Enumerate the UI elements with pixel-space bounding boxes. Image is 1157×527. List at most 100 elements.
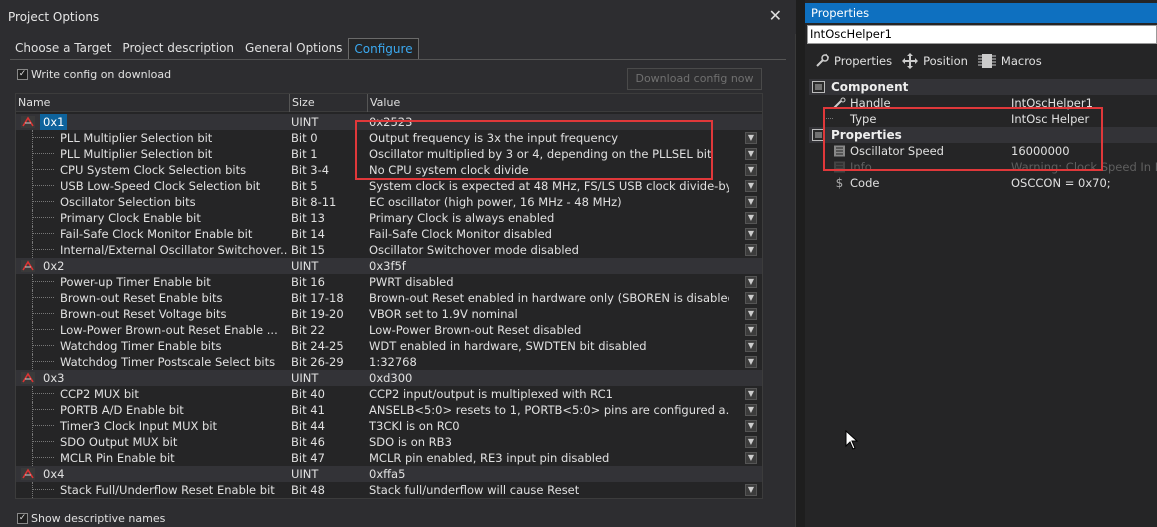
tab-general-options[interactable]: General Options (240, 38, 347, 60)
group-row[interactable]: 0x3 UINT 0xd300 (16, 370, 762, 386)
table-row[interactable]: PLL Multiplier Selection bit Bit 1 Oscill… (16, 146, 762, 162)
group-name: 0x3 (43, 371, 65, 385)
table-row[interactable]: PLL Multiplier Selection bit Bit 0 Output … (16, 130, 762, 146)
chevron-down-icon[interactable]: ▼ (745, 436, 757, 448)
value-cell[interactable]: VBOR set to 1.9V nominal (369, 306, 729, 322)
property-value[interactable]: OSCCON = 0x70; (1011, 175, 1157, 191)
value-cell[interactable]: PWRT disabled (369, 274, 729, 290)
group-row[interactable]: 0x2 UINT 0x3f5f (16, 258, 762, 274)
value-cell[interactable]: System clock is expected at 48 MHz, FS/L… (369, 178, 729, 194)
table-row[interactable]: Brown-out Reset Enable bits Bit 17-18 Brow… (16, 290, 762, 306)
table-row[interactable]: USB Low-Speed Clock Selection bit Bit 5 Sy… (16, 178, 762, 194)
property-category[interactable]: Properties (809, 127, 1157, 143)
value-cell[interactable]: CCP2 input/output is multiplexed with RC… (369, 386, 729, 402)
table-row[interactable]: CPU System Clock Selection bits Bit 3-4 No… (16, 162, 762, 178)
group-row[interactable]: 0x4 UINT 0xffa5 (16, 466, 762, 482)
table-row[interactable]: Low-Power Brown-out Reset Enable ... Bit … (16, 322, 762, 338)
close-icon[interactable]: ✕ (769, 8, 782, 24)
table-row[interactable]: SDO Output MUX bit Bit 46 SDO is on RB3 ▼ (16, 434, 762, 450)
table-row[interactable]: Power-up Timer Enable bit Bit 16 PWRT disa… (16, 274, 762, 290)
tab-choose-a-target[interactable]: Choose a Target (10, 38, 116, 60)
object-name-field[interactable]: IntOscHelper1 (807, 25, 1157, 44)
property-value[interactable]: 16000000 (1011, 143, 1157, 159)
show-descriptive-option[interactable]: ✓ Show descriptive names (17, 512, 165, 525)
group-name: 0x4 (43, 467, 65, 481)
table-row[interactable]: Watchdog Timer Enable bits Bit 24-25 WDT e… (16, 338, 762, 354)
chevron-down-icon[interactable]: ▼ (745, 132, 757, 144)
chevron-down-icon[interactable]: ▼ (745, 324, 757, 336)
chevron-down-icon[interactable]: ▼ (745, 244, 757, 256)
category-icon[interactable] (812, 81, 825, 93)
download-config-button[interactable]: Download config now (627, 68, 762, 90)
size-cell: Bit 15 (291, 243, 325, 257)
value-cell[interactable]: 1:32768 (369, 354, 729, 370)
chevron-down-icon[interactable]: ▼ (745, 180, 757, 192)
write-config-checkbox[interactable]: ✓ (17, 69, 28, 80)
value-cell[interactable]: ANSELB<5:0> resets to 1, PORTB<5:0> pins… (369, 402, 729, 418)
chevron-down-icon[interactable]: ▼ (745, 484, 757, 496)
property-value[interactable]: IntOscHelper1 (1011, 95, 1157, 111)
table-row[interactable]: Internal/External Oscillator Switchover.… (16, 242, 762, 258)
chevron-down-icon[interactable]: ▼ (745, 340, 757, 352)
chevron-down-icon[interactable]: ▼ (745, 388, 757, 400)
chevron-down-icon[interactable]: ▼ (745, 196, 757, 208)
property-value[interactable]: Warning: Clock Speed In P (1011, 159, 1157, 175)
chevron-down-icon[interactable]: ▼ (745, 292, 757, 304)
value-cell[interactable]: T3CKI is on RC0 (369, 418, 729, 434)
property-row[interactable]: Info Warning: Clock Speed In P (809, 159, 1157, 175)
table-row[interactable]: Primary Clock Enable bit Bit 13 Primary Cl… (16, 210, 762, 226)
chevron-down-icon[interactable]: ▼ (745, 308, 757, 320)
property-row[interactable]: $ Code OSCCON = 0x70; (809, 175, 1157, 191)
chevron-down-icon[interactable]: ▼ (745, 212, 757, 224)
value-cell[interactable]: Low-Power Brown-out Reset disabled (369, 322, 729, 338)
property-row[interactable]: Handle IntOscHelper1 (809, 95, 1157, 111)
value-cell[interactable]: Fail-Safe Clock Monitor disabled (369, 226, 729, 242)
table-row[interactable]: Brown-out Reset Voltage bits Bit 19-20 VBO… (16, 306, 762, 322)
value-cell[interactable]: Oscillator multiplied by 3 or 4, dependi… (369, 146, 729, 162)
table-row[interactable]: CCP2 MUX bit Bit 40 CCP2 input/output is m… (16, 386, 762, 402)
table-row[interactable]: Stack Full/Underflow Reset Enable bit Bit… (16, 482, 762, 498)
chevron-down-icon[interactable]: ▼ (745, 276, 757, 288)
show-descriptive-label: Show descriptive names (31, 512, 166, 525)
table-row[interactable]: Fail-Safe Clock Monitor Enable bit Bit 14… (16, 226, 762, 242)
chevron-down-icon[interactable]: ▼ (745, 404, 757, 416)
property-row[interactable]: Type IntOsc Helper (809, 111, 1157, 127)
macros-tool-button[interactable]: Macros (977, 53, 1042, 69)
value-cell[interactable]: Stack full/underflow will cause Reset (369, 482, 729, 498)
table-row[interactable]: PORTB A/D Enable bit Bit 41 ANSELB<5:0> re… (16, 402, 762, 418)
column-header-name[interactable]: Name (16, 94, 290, 112)
value-cell[interactable]: Primary Clock is always enabled (369, 210, 729, 226)
property-value[interactable]: IntOsc Helper (1011, 111, 1157, 127)
value-cell[interactable]: Output frequency is 3x the input frequen… (369, 130, 729, 146)
write-config-option[interactable]: ✓ Write config on download (17, 68, 171, 81)
table-row[interactable]: Timer3 Clock Input MUX bit Bit 44 T3CKI is… (16, 418, 762, 434)
value-cell[interactable]: SDO is on RB3 (369, 434, 729, 450)
column-header-value[interactable]: Value (368, 94, 762, 112)
property-row[interactable]: Oscillator Speed 16000000 (809, 143, 1157, 159)
value-cell[interactable]: Brown-out Reset enabled in hardware only… (369, 290, 729, 306)
tab-project-description[interactable]: Project description (117, 38, 239, 60)
table-row[interactable]: Watchdog Timer Postscale Select bits Bit … (16, 354, 762, 370)
table-row[interactable]: Oscillator Selection bits Bit 8-11 EC osci… (16, 194, 762, 210)
chevron-down-icon[interactable]: ▼ (745, 228, 757, 240)
table-row[interactable]: MCLR Pin Enable bit Bit 47 MCLR pin enable… (16, 450, 762, 466)
property-category[interactable]: Component (809, 79, 1157, 95)
value-cell[interactable]: No CPU system clock divide (369, 162, 729, 178)
position-tool-button[interactable]: Position (901, 52, 968, 70)
setting-name: Brown-out Reset Enable bits (60, 291, 223, 305)
properties-tool-button[interactable]: Properties (814, 53, 892, 69)
category-icon[interactable] (812, 129, 825, 141)
value-cell[interactable]: Oscillator Switchover mode disabled (369, 242, 729, 258)
group-row[interactable]: 0x1 UINT 0x2523 (16, 114, 762, 130)
show-descriptive-checkbox[interactable]: ✓ (17, 513, 28, 524)
chevron-down-icon[interactable]: ▼ (745, 452, 757, 464)
chevron-down-icon[interactable]: ▼ (745, 356, 757, 368)
tab-configure[interactable]: Configure (348, 38, 419, 60)
chevron-down-icon[interactable]: ▼ (745, 148, 757, 160)
chevron-down-icon[interactable]: ▼ (745, 420, 757, 432)
column-header-size[interactable]: Size (290, 94, 368, 112)
value-cell[interactable]: MCLR pin enabled, RE3 input pin disabled (369, 450, 729, 466)
value-cell[interactable]: EC oscillator (high power, 16 MHz - 48 M… (369, 194, 729, 210)
value-cell[interactable]: WDT enabled in hardware, SWDTEN bit disa… (369, 338, 729, 354)
chevron-down-icon[interactable]: ▼ (745, 164, 757, 176)
